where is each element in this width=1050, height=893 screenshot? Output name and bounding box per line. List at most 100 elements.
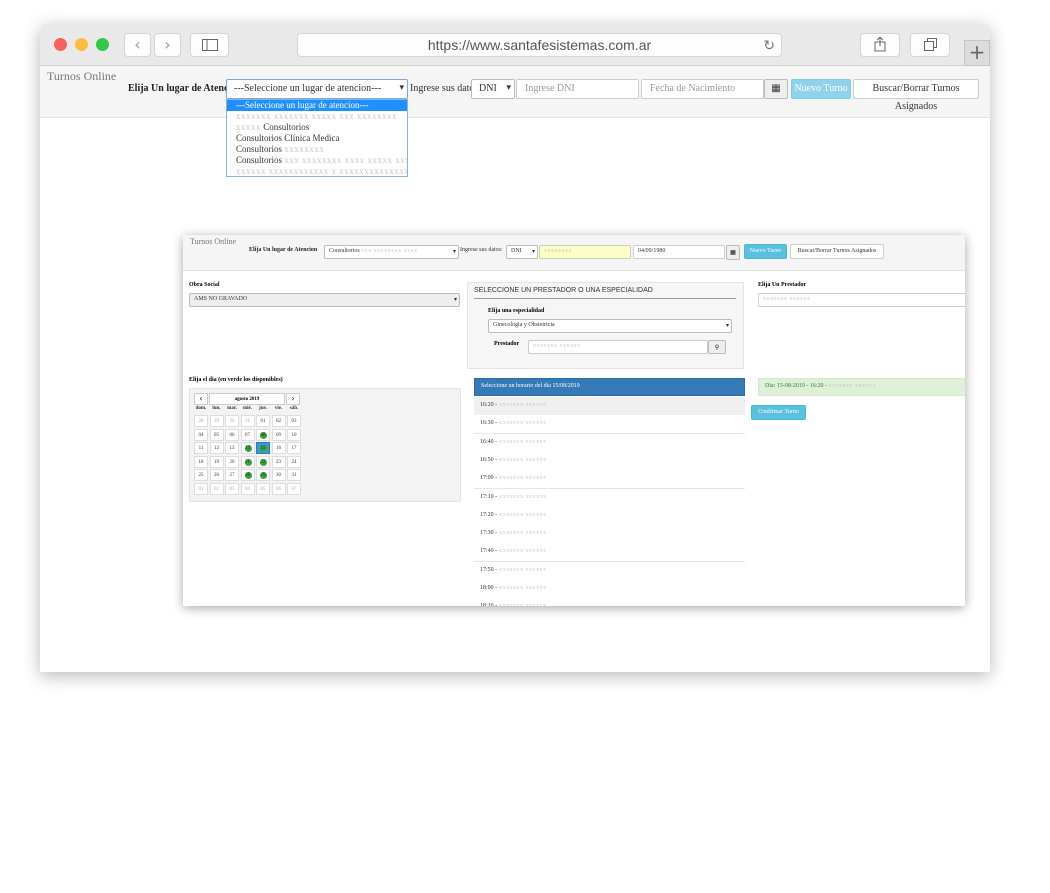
- next-month-button[interactable]: ›: [286, 393, 300, 405]
- calendar-day[interactable]: 31: [240, 415, 255, 427]
- calendar-day[interactable]: 22: [256, 455, 270, 468]
- calendar-day[interactable]: 07: [287, 482, 301, 495]
- sidebar-button[interactable]: [190, 33, 229, 57]
- calendar-day[interactable]: 13: [225, 442, 239, 454]
- time-slot[interactable]: 17:10 - xxxxxxx xxxxxx: [474, 488, 745, 508]
- address-bar[interactable]: https://www.santafesistemas.com.ar ↻: [297, 33, 782, 57]
- calendar-day-number: 02: [214, 486, 219, 492]
- calendar-day[interactable]: 30: [225, 415, 239, 427]
- calendar-day[interactable]: 24: [287, 455, 301, 468]
- new-tab-button[interactable]: +: [964, 40, 990, 66]
- dropdown-option[interactable]: xxxxxxx xxxxxxx xxxxx xxx xxxxxxxx: [227, 111, 407, 122]
- calendar-day[interactable]: 15: [256, 442, 270, 454]
- inner-new-turn-button[interactable]: Nuevo Turno: [744, 244, 787, 259]
- place-select[interactable]: ---Seleccione un lugar de atencion---: [226, 79, 408, 99]
- calendar-day[interactable]: 01: [194, 482, 208, 495]
- calendar-day[interactable]: 28: [194, 415, 208, 427]
- confirm-turn-button[interactable]: Confirmar Turno: [751, 405, 806, 420]
- calendar-day[interactable]: 04: [240, 482, 255, 495]
- calendar-day[interactable]: 03: [225, 482, 239, 495]
- calendar-day[interactable]: 14: [240, 442, 255, 454]
- calendar-day[interactable]: 06: [225, 428, 239, 441]
- birth-date-input[interactable]: Fecha de Nacimiento: [641, 79, 764, 99]
- calendar-button[interactable]: ▦: [764, 79, 788, 99]
- calendar-day[interactable]: 20: [225, 455, 239, 468]
- calendar-day[interactable]: 11: [194, 442, 208, 454]
- calendar-day[interactable]: 31: [287, 469, 301, 481]
- calendar-day[interactable]: 07: [240, 428, 255, 441]
- prev-month-button[interactable]: ‹: [194, 393, 208, 405]
- dropdown-option[interactable]: ---Seleccione un lugar de atencion---: [227, 100, 407, 111]
- calendar-day[interactable]: 16: [271, 442, 286, 454]
- inner-birth-input[interactable]: 04/09/1980: [633, 245, 725, 259]
- back-button[interactable]: ‹: [124, 33, 151, 57]
- share-button[interactable]: [860, 33, 900, 57]
- calendar-day[interactable]: 29: [256, 469, 270, 481]
- calendar-day[interactable]: 02: [209, 482, 224, 495]
- dropdown-option[interactable]: xxxxxx xxxxxxxxxxxx x xxxxxxxxxxxxxxxx: [227, 166, 407, 177]
- calendar-day[interactable]: 26: [209, 469, 224, 481]
- forward-button[interactable]: ›: [154, 33, 181, 57]
- calendar-day[interactable]: 05: [209, 428, 224, 441]
- calendar-day[interactable]: 12: [209, 442, 224, 454]
- inner-dni-input[interactable]: xxxxxxxx: [539, 245, 631, 259]
- month-title[interactable]: agosto 2019: [209, 393, 285, 405]
- calendar-day[interactable]: 08: [256, 428, 270, 441]
- prestador-search-button[interactable]: ⚲: [708, 340, 726, 354]
- dropdown-option[interactable]: xxxxx Consultorios: [227, 122, 407, 133]
- calendar-day[interactable]: 05: [256, 482, 270, 495]
- dni-input[interactable]: Ingrese DNI: [516, 79, 639, 99]
- calendar-day[interactable]: 27: [225, 469, 239, 481]
- calendar-day[interactable]: 18: [194, 455, 208, 468]
- time-slot[interactable]: 18:00 - xxxxxxx xxxxxx: [474, 580, 745, 599]
- minimize-window-button[interactable]: [75, 38, 88, 51]
- search-turns-button[interactable]: Buscar/Borrar Turnos Asignados: [853, 79, 979, 112]
- calendar-day[interactable]: 17: [287, 442, 301, 454]
- calendar-day[interactable]: 19: [209, 455, 224, 468]
- especialidad-select[interactable]: Ginecologia y Obstetricia: [488, 319, 732, 333]
- calendar-day[interactable]: 10: [287, 428, 301, 441]
- time-slot[interactable]: 17:40 - xxxxxxx xxxxxx: [474, 543, 745, 563]
- prestador-input[interactable]: xxxxxxx xxxxxx: [528, 340, 708, 354]
- calendar-day[interactable]: 23: [271, 455, 286, 468]
- dropdown-option[interactable]: Consultorios xxxxxxxx: [227, 144, 407, 155]
- calendar-day[interactable]: 03: [287, 415, 301, 427]
- inner-place-select[interactable]: Consultorios xxx xxxxxxxx xxxx: [324, 245, 459, 259]
- reload-icon[interactable]: ↻: [763, 34, 775, 56]
- time-slot[interactable]: 17:30 - xxxxxxx xxxxxx: [474, 525, 745, 545]
- calendar-panel: ‹ agosto 2019 › dom. lun. mar. mié. jue. vie.…: [189, 388, 461, 502]
- calendar-day[interactable]: 30: [271, 469, 286, 481]
- calendar-day[interactable]: 25: [194, 469, 208, 481]
- dropdown-option[interactable]: Consultorios xxx xxxxxxxx xxxx xxxxx xxx…: [227, 155, 407, 166]
- dropdown-option[interactable]: Consultorios Clínica Medica: [227, 133, 407, 144]
- calendar-day[interactable]: 01: [256, 415, 270, 427]
- inner-calendar-button[interactable]: ▦: [726, 245, 740, 260]
- calendar-day[interactable]: 04: [194, 428, 208, 441]
- calendar-day[interactable]: 29: [209, 415, 224, 427]
- time-slot[interactable]: 16:50 - xxxxxxx xxxxxx: [474, 451, 745, 471]
- time-slot[interactable]: 16:30 - xxxxxxx xxxxxx: [474, 415, 745, 435]
- tabs-button[interactable]: [910, 33, 950, 57]
- time-slot[interactable]: 17:50 - xxxxxxx xxxxxx: [474, 561, 745, 581]
- elija-prestador-select[interactable]: xxxxxxx xxxxxx: [758, 293, 965, 307]
- calendar-day[interactable]: 06: [271, 482, 286, 495]
- time-slot[interactable]: 16:20 - xxxxxxx xxxxxx: [474, 397, 745, 416]
- obra-select[interactable]: AMS NO GRAVADO: [189, 293, 460, 307]
- time-slot[interactable]: 18:10 - xxxxxxx xxxxxx: [474, 598, 745, 606]
- brand-title[interactable]: Turnos Online: [47, 69, 116, 84]
- calendar-day-number: 03: [291, 419, 297, 424]
- maximize-window-button[interactable]: [96, 38, 109, 51]
- close-window-button[interactable]: [54, 38, 67, 51]
- calendar-day[interactable]: 21: [240, 455, 255, 468]
- time-slot[interactable]: 16:40 - xxxxxxx xxxxxx: [474, 433, 745, 453]
- slot-time: 17:00 -: [480, 475, 498, 482]
- time-slot[interactable]: 17:00 - xxxxxxx xxxxxx: [474, 470, 745, 490]
- calendar-day[interactable]: 09: [271, 428, 286, 441]
- calendar-day[interactable]: 28: [240, 469, 255, 481]
- inner-doc-type[interactable]: DNI: [506, 245, 538, 259]
- doc-type-select[interactable]: DNI: [471, 79, 515, 99]
- inner-search-button[interactable]: Buscar/Borrar Turnos Asignados: [790, 244, 884, 259]
- calendar-day[interactable]: 02: [271, 415, 286, 427]
- time-slot[interactable]: 17:20 - xxxxxxx xxxxxx: [474, 506, 745, 526]
- new-turn-button[interactable]: Nuevo Turno: [791, 79, 851, 99]
